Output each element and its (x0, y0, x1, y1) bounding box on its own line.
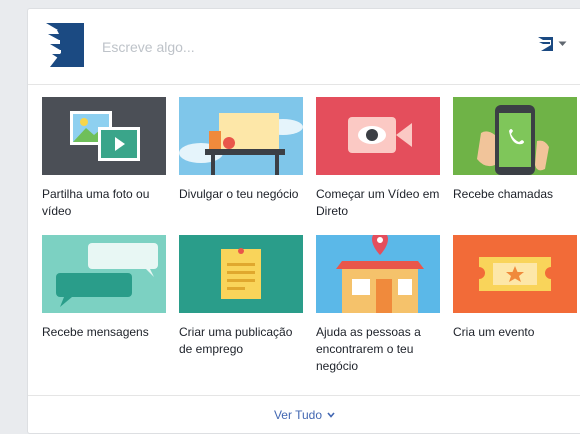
page-logo-icon[interactable] (40, 21, 88, 69)
page-logo-icon (538, 37, 553, 51)
tile-label: Partilha uma foto ou vídeo (42, 187, 150, 218)
shop-location-icon (316, 235, 440, 313)
tile-label: Recebe mensagens (42, 325, 149, 339)
tile-promote-business[interactable]: Divulgar o teu negócio (179, 97, 303, 203)
tile-label: Criar uma publicação de emprego (179, 325, 293, 356)
post-composer-input[interactable] (102, 35, 502, 59)
tile-label: Recebe chamadas (453, 187, 554, 201)
event-ticket-icon (453, 235, 577, 313)
job-note-icon (179, 235, 303, 313)
tile-share-photo-video[interactable]: Partilha uma foto ou vídeo (42, 97, 166, 220)
tile-create-event[interactable]: Cria um evento (453, 235, 577, 341)
tile-receive-calls[interactable]: Recebe chamadas (453, 97, 577, 203)
photo-video-icon (42, 97, 166, 175)
create-post-card: Partilha uma foto ou vídeo Divulgar o te… (27, 8, 580, 434)
tile-label: Ajuda as pessoas a encontrarem o teu neg… (316, 325, 421, 373)
tile-label: Começar um Vídeo em Direto (316, 187, 440, 218)
store-counter-icon (179, 97, 303, 175)
chat-bubbles-icon (42, 235, 166, 313)
see-all-link[interactable]: Ver Tudo (274, 408, 335, 422)
chevron-down-icon (558, 41, 567, 46)
chevron-down-icon (327, 411, 335, 418)
post-composer (28, 9, 580, 85)
post-as-selector[interactable] (537, 36, 567, 52)
phone-call-icon (453, 97, 577, 175)
tile-receive-messages[interactable]: Recebe mensagens (42, 235, 166, 341)
live-video-icon (316, 97, 440, 175)
see-all-label: Ver Tudo (273, 407, 323, 422)
tile-create-job-post[interactable]: Criar uma publicação de emprego (179, 235, 303, 358)
tile-label: Cria um evento (453, 325, 535, 339)
tile-help-find-business[interactable]: Ajuda as pessoas a encontrarem o teu neg… (316, 235, 440, 375)
tile-start-live-video[interactable]: Começar um Vídeo em Direto (316, 97, 440, 220)
tile-label: Divulgar o teu negócio (179, 187, 299, 201)
card-footer: Ver Tudo (28, 395, 580, 433)
